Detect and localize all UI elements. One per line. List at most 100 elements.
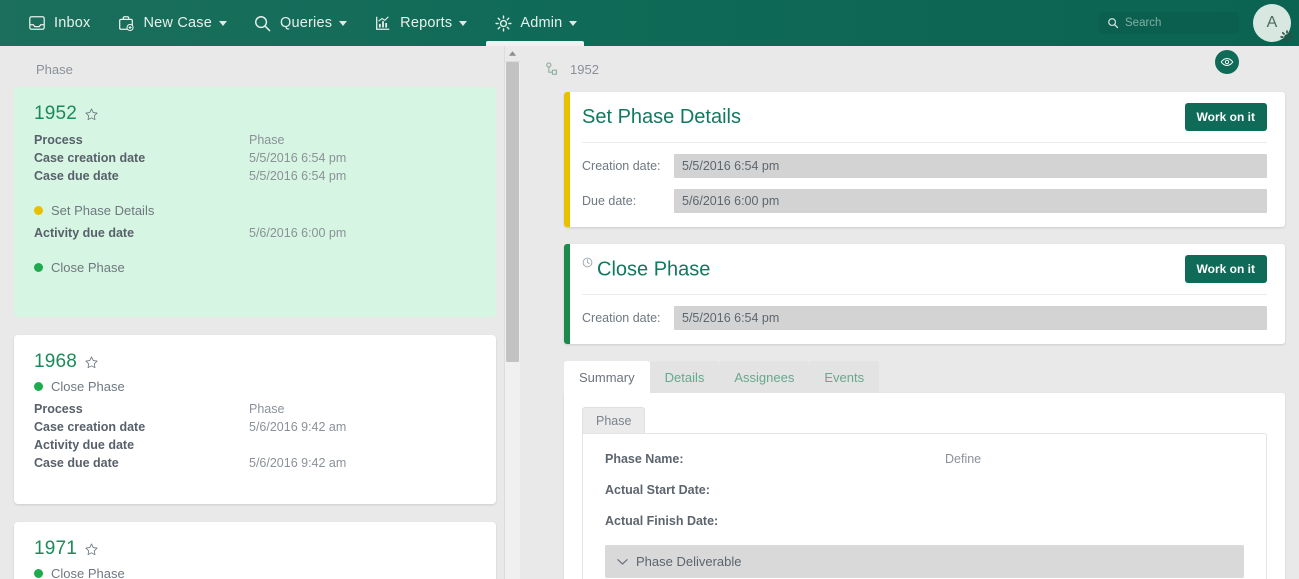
table-row: Case due date 5/6/2016 9:42 am	[34, 454, 476, 472]
detail-key: Case creation date	[34, 420, 146, 434]
task-card-set-phase-details: Set Phase Details Work on it Creation da…	[564, 92, 1285, 227]
work-on-it-button[interactable]: Work on it	[1184, 255, 1267, 283]
nav-item-reports[interactable]: Reports	[360, 0, 480, 46]
pane-label-phase: Phase	[36, 62, 73, 77]
topbar-right-group: A	[1099, 4, 1299, 44]
inbox-icon	[27, 13, 47, 33]
case-card-1952[interactable]: 1952 Process Phase Case creation date 5/…	[14, 87, 496, 317]
detail-key: Case due date	[34, 169, 119, 183]
subtab-phase[interactable]: Phase	[582, 407, 646, 433]
task-header: Set Phase Details Work on it	[582, 92, 1267, 143]
field-label: Creation date:	[582, 159, 661, 173]
detail-value: Phase	[249, 402, 285, 416]
nav-item-queries[interactable]: Queries	[240, 0, 360, 46]
detail-key: Case creation date	[34, 151, 146, 165]
task-title: Close Phase	[597, 258, 711, 281]
tab-details[interactable]: Details	[649, 361, 720, 393]
activity-close-phase[interactable]: Close Phase	[34, 260, 476, 275]
case-id[interactable]: 1971	[34, 538, 77, 560]
activity-set-phase-details[interactable]: Set Phase Details	[34, 203, 476, 218]
detail-value	[249, 436, 476, 454]
case-id[interactable]: 1952	[34, 103, 77, 125]
nav-label-reports: Reports	[400, 15, 453, 31]
star-outline-icon[interactable]	[84, 355, 99, 370]
search-box[interactable]	[1099, 12, 1239, 34]
activity-close-phase[interactable]: Close Phase	[34, 566, 476, 579]
field-label: Due date:	[582, 194, 637, 208]
table-row: Activity due date	[34, 436, 476, 454]
field-creation-date: Creation date: 5/5/2016 6:54 pm	[582, 154, 1267, 178]
case-card-1971[interactable]: 1971 Close Phase Process Phase Case cre	[14, 522, 496, 579]
chevron-down-icon	[339, 20, 348, 26]
nav-item-admin[interactable]: Admin	[480, 0, 590, 46]
scroll-up-arrow-icon[interactable]	[505, 46, 520, 62]
field-due-date: Due date: 5/6/2016 6:00 pm	[582, 189, 1267, 213]
search-icon	[253, 13, 273, 33]
activity-label: Close Phase	[51, 260, 125, 275]
form-row-actual-start-date: Actual Start Date:	[605, 483, 1244, 497]
nav-item-inbox[interactable]: Inbox	[14, 0, 103, 46]
detail-value: 5/5/2016 6:54 pm	[249, 169, 347, 183]
activity-label: Set Phase Details	[51, 203, 155, 218]
activity-label: Close Phase	[51, 566, 125, 579]
detail-value: 5/5/2016 6:54 pm	[249, 151, 347, 165]
breadcrumb-case-id[interactable]: 1952	[570, 62, 599, 77]
table-row: Process Phase	[34, 400, 476, 418]
phase-deliverable-section[interactable]: Phase Deliverable	[605, 545, 1244, 578]
field-label: Creation date:	[582, 311, 661, 325]
form-row-phase-name: Phase Name: Define	[605, 452, 1244, 466]
sitemap-icon	[544, 61, 560, 77]
detail-key: Process	[34, 133, 83, 147]
chevron-down-icon	[218, 20, 227, 26]
eye-icon[interactable]	[1215, 50, 1239, 74]
detail-key: Case due date	[34, 456, 119, 470]
form-label: Actual Start Date:	[605, 483, 710, 497]
field-value: 5/5/2016 6:54 pm	[674, 154, 1267, 178]
case-id-row: 1968	[34, 351, 476, 373]
detail-tabs: Summary Details Assignees Events	[564, 361, 1285, 393]
search-input[interactable]	[1125, 17, 1231, 29]
activity-close-phase[interactable]: Close Phase	[34, 379, 476, 394]
chart-icon	[373, 13, 393, 33]
table-row: Process Phase	[34, 131, 476, 149]
nav-item-new-case[interactable]: New Case	[103, 0, 240, 46]
work-on-it-button[interactable]: Work on it	[1184, 103, 1267, 131]
main-content: Phase 1952 Process Phase Case creation d…	[0, 46, 1299, 579]
task-title-wrap: Close Phase	[582, 257, 710, 282]
detail-value: 5/6/2016 9:42 am	[249, 456, 347, 470]
case-id-row: 1971	[34, 538, 476, 560]
task-title: Set Phase Details	[582, 105, 741, 128]
gear-icon[interactable]	[1280, 30, 1294, 44]
chevron-down-icon	[459, 20, 468, 26]
star-outline-icon[interactable]	[84, 542, 99, 557]
form-label: Phase Name:	[605, 452, 684, 466]
field-value: 5/5/2016 6:54 pm	[674, 306, 1267, 330]
tab-events[interactable]: Events	[809, 361, 880, 393]
star-outline-icon[interactable]	[84, 107, 99, 122]
nav-label-new-case: New Case	[143, 15, 212, 31]
activity-label: Close Phase	[51, 379, 125, 394]
case-id[interactable]: 1968	[34, 351, 77, 373]
table-row: Case creation date 5/6/2016 9:42 am	[34, 418, 476, 436]
tab-assignees[interactable]: Assignees	[719, 361, 810, 393]
detail-key: Process	[34, 402, 83, 416]
tab-summary[interactable]: Summary	[564, 361, 650, 393]
new-case-icon	[116, 13, 136, 33]
phase-deliverable-label: Phase Deliverable	[636, 554, 742, 569]
clock-icon	[582, 257, 593, 268]
scrollbar-thumb[interactable]	[506, 62, 519, 362]
nav-label-admin: Admin	[520, 15, 563, 31]
nav-label-inbox: Inbox	[54, 15, 91, 31]
case-list-pane: Phase 1952 Process Phase Case creation d…	[0, 46, 520, 579]
status-dot-green	[34, 382, 43, 391]
avatar[interactable]: A	[1253, 4, 1294, 44]
case-card-1968[interactable]: 1968 Close Phase Process Phase Case crea…	[14, 335, 496, 504]
case-list-inner: Phase 1952 Process Phase Case creation d…	[0, 46, 520, 579]
case-detail-table: Process Phase Case creation date 5/6/201…	[34, 400, 476, 472]
left-pane-scrollbar[interactable]	[504, 46, 520, 579]
chevron-down-icon[interactable]	[617, 558, 628, 566]
field-creation-date: Creation date: 5/5/2016 6:54 pm	[582, 306, 1267, 330]
